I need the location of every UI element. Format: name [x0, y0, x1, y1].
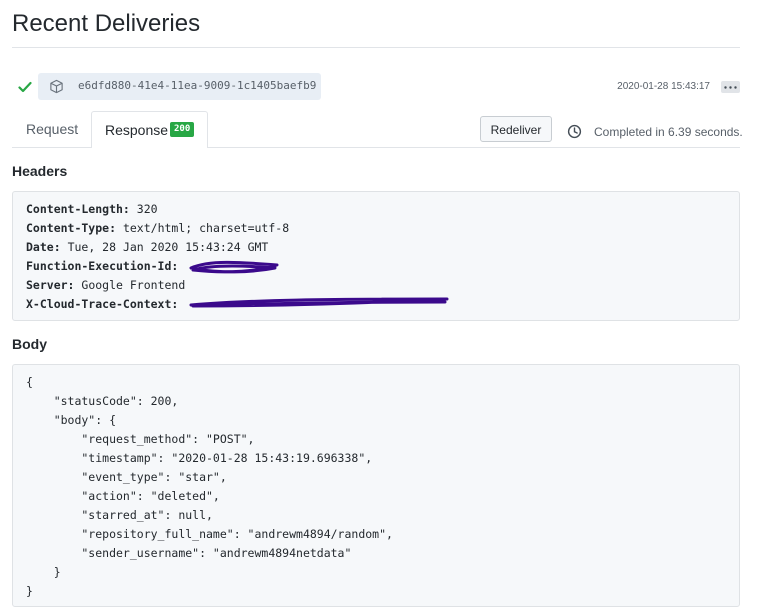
body-line: "sender_username": "andrewm4894netdata"	[26, 546, 352, 560]
tab-response-label: Response	[105, 122, 169, 138]
title-divider	[12, 47, 740, 48]
header-value: 320	[136, 202, 158, 216]
redaction-scribble	[189, 260, 279, 274]
header-name: X-Cloud-Trace-Context:	[26, 297, 179, 311]
response-headers: Content-Length: 320 Content-Type: text/h…	[12, 191, 740, 321]
response-body: { "statusCode": 200, "body": { "request_…	[12, 364, 740, 607]
header-name: Server:	[26, 278, 75, 292]
header-value: text/html; charset=utf-8	[122, 221, 290, 235]
header-value: Google Frontend	[81, 278, 186, 292]
ellipsis-icon	[724, 86, 737, 89]
body-line: "body": {	[26, 413, 117, 427]
more-options-button[interactable]	[721, 81, 740, 93]
completion-status: Completed in 6.39 seconds.	[594, 125, 743, 139]
headers-heading: Headers	[12, 163, 68, 179]
body-line: "event_type": "star",	[26, 470, 227, 484]
body-line: }	[26, 565, 61, 579]
header-line: X-Cloud-Trace-Context:	[26, 295, 178, 314]
check-icon	[18, 81, 32, 93]
delivery-guid-chip[interactable]: e6dfd880-41e4-11ea-9009-1c1405baefb9	[38, 73, 321, 100]
delivery-timestamp: 2020-01-28 15:43:17	[617, 81, 710, 92]
header-name: Content-Type:	[26, 221, 117, 235]
header-name: Function-Execution-Id:	[26, 259, 179, 273]
body-line: "action": "deleted",	[26, 489, 220, 503]
header-name: Date:	[26, 240, 61, 254]
body-line: "request_method": "POST",	[26, 432, 255, 446]
body-line: }	[26, 584, 33, 598]
package-icon	[50, 79, 63, 94]
body-line: "starred_at": null,	[26, 508, 213, 522]
status-badge: 200	[170, 122, 195, 137]
page-title: Recent Deliveries	[12, 10, 201, 37]
delivery-guid[interactable]: e6dfd880-41e4-11ea-9009-1c1405baefb9	[78, 79, 316, 92]
clock-icon	[567, 124, 582, 139]
header-line: Function-Execution-Id:	[26, 257, 178, 276]
header-value: Tue, 28 Jan 2020 15:43:24 GMT	[67, 240, 269, 254]
redeliver-button[interactable]: Redeliver	[480, 116, 552, 142]
header-line: Content-Length: 320	[26, 200, 158, 219]
tab-response[interactable]: Response 200	[91, 111, 208, 148]
redaction-scribble	[189, 297, 449, 308]
body-heading: Body	[12, 336, 47, 352]
header-line: Date: Tue, 28 Jan 2020 15:43:24 GMT	[26, 238, 268, 257]
body-line: "timestamp": "2020-01-28 15:43:19.696338…	[26, 451, 373, 465]
delivery-row[interactable]: e6dfd880-41e4-11ea-9009-1c1405baefb9 202…	[12, 73, 740, 101]
body-line: {	[26, 375, 33, 389]
body-line: "statusCode": 200,	[26, 394, 179, 408]
header-name: Content-Length:	[26, 202, 130, 216]
header-line: Server: Google Frontend	[26, 276, 185, 295]
body-line: "repository_full_name": "andrewm4894/ran…	[26, 527, 393, 541]
header-line: Content-Type: text/html; charset=utf-8	[26, 219, 289, 238]
tab-request[interactable]: Request	[26, 121, 78, 137]
